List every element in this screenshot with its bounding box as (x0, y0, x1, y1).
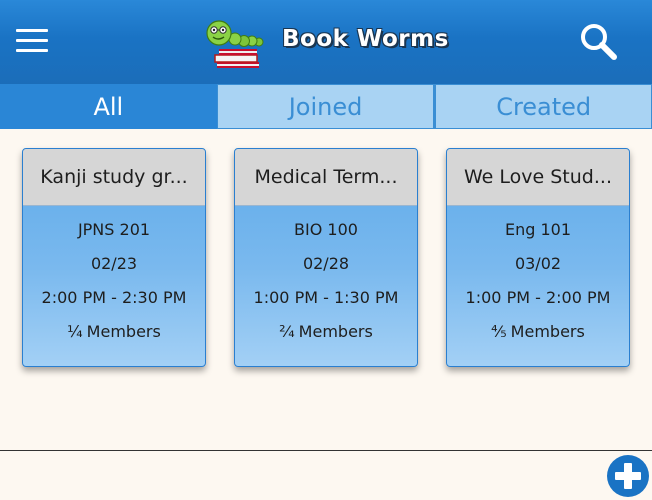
members-count: ¼ (67, 321, 83, 341)
group-course: JPNS 201 (77, 219, 151, 239)
hamburger-menu-icon[interactable] (16, 29, 48, 53)
group-card[interactable]: Kanji study gr... JPNS 201 02/23 2:00 PM… (22, 148, 206, 367)
app-header: Book Worms (0, 0, 652, 84)
group-time: 1:00 PM - 2:00 PM (465, 287, 611, 307)
group-card-title: We Love Stud... (447, 149, 629, 206)
tab-created[interactable]: Created (434, 84, 652, 129)
members-label: Members (86, 321, 161, 341)
group-time: 1:00 PM - 1:30 PM (253, 287, 399, 307)
group-course: BIO 100 (294, 219, 358, 239)
bottom-divider (0, 450, 652, 451)
group-time: 2:00 PM - 2:30 PM (41, 287, 187, 307)
group-date: 02/23 (90, 253, 138, 273)
filter-tabs: All Joined Created (0, 84, 652, 129)
group-card[interactable]: Medical Term... BIO 100 02/28 1:00 PM - … (234, 148, 418, 367)
group-course: Eng 101 (504, 219, 572, 239)
bookworm-logo (206, 20, 264, 68)
app-title: Book Worms (282, 26, 449, 52)
group-members: ¼ Members (23, 314, 205, 348)
members-count: ⁴⁄₅ (491, 321, 507, 341)
group-date: 02/28 (302, 253, 350, 273)
group-members: ²⁄₄ Members (235, 314, 417, 348)
group-date: 03/02 (514, 253, 562, 273)
tab-all[interactable]: All (0, 84, 217, 129)
members-count: ²⁄₄ (279, 321, 295, 341)
plus-circle-icon[interactable] (606, 454, 650, 498)
group-card-title: Medical Term... (235, 149, 417, 206)
tab-joined[interactable]: Joined (216, 84, 435, 129)
members-label: Members (298, 321, 373, 341)
members-label: Members (510, 321, 585, 341)
group-members: ⁴⁄₅ Members (447, 314, 629, 348)
group-card[interactable]: We Love Stud... Eng 101 03/02 1:00 PM - … (446, 148, 630, 367)
group-card-title: Kanji study gr... (23, 149, 205, 206)
search-icon[interactable] (578, 22, 620, 62)
